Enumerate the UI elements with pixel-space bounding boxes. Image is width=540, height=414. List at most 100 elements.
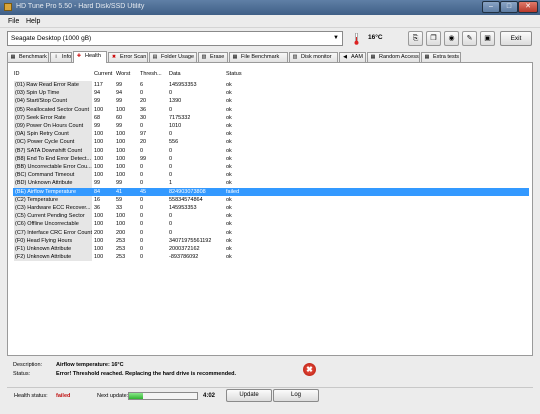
folder-icon: ▤ [152,54,158,60]
table-row[interactable]: (C3) Hardware ECC Recover... 36 33 0 1459533… [13,204,529,213]
cell-cur: 84 [94,188,101,195]
table-row[interactable]: (F2) Unknown Attribute 100 253 0 -893786092 o… [13,253,529,262]
table-row[interactable]: (B7) SATA Downshift Count 100 100 0 0 ok [13,146,529,155]
maximize-button[interactable]: □ [500,1,518,13]
cell-wor: 41 [116,188,123,195]
tab-disk-monitor[interactable]: ▥ Disk monitor [289,52,338,62]
tab-erase[interactable]: ▧ Erase [198,52,228,62]
cell-sta: ok [226,254,232,261]
column-header-worst[interactable]: Worst [116,71,130,77]
cell-sta: ok [226,82,232,88]
tab-benchmark[interactable]: ▦ Benchmark [7,52,49,62]
menu-help[interactable]: Help [26,17,40,26]
table-row[interactable]: (BE) Airflow Temperature 84 41 45 8249030738… [13,187,529,196]
table-row[interactable]: (BC) Command Timeout 100 100 0 0 ok [13,171,529,180]
cell-cur: 36 [94,205,101,211]
erase-icon: ▧ [201,54,207,60]
table-row[interactable]: (C2) Temperature 16 59 0 55834574864 ok [13,195,529,204]
cell-cur: 99 [94,123,101,129]
table-row[interactable]: (01) Raw Read Error Rate 117 99 6 145953353 o… [13,81,529,90]
table-row[interactable]: (F1) Unknown Attribute 100 253 0 2000372162 o… [13,245,529,254]
tab-error-scan[interactable]: ✖ Error Scan [108,52,148,62]
drive-select[interactable]: Seagate Desktop (1000 gB) ▼ [7,31,343,46]
tab-health[interactable]: ✚ Health [73,51,107,63]
table-row[interactable]: (03) Spin Up Time 94 94 0 0 ok [13,89,529,98]
column-header-status[interactable]: Status [226,71,242,77]
cell-thr: 0 [140,254,144,261]
tab-file-benchmark[interactable]: ▦ File Benchmark [229,52,288,62]
copy-all-button[interactable]: ❐ [426,31,441,46]
cell-wor: 33 [116,205,123,211]
cell-cur: 100 [94,172,104,179]
table-row[interactable]: (0C) Power Cycle Count 100 100 20 556 ok [13,138,529,147]
copy-button[interactable]: ⎘ [408,31,423,46]
cell-dat: 0 [169,164,173,170]
screenshot-button[interactable]: ◉ [444,31,459,46]
cell-id: (F0) Head Flying Hours [14,236,92,245]
table-row[interactable]: (0A) Spin Retry Count 100 100 97 0 ok [13,130,529,139]
save-button[interactable]: ▣ [480,31,495,46]
cell-dat: 0 [169,229,173,236]
close-button[interactable]: ✕ [518,1,538,13]
column-header-data[interactable]: Data [169,71,181,77]
cell-sta: ok [226,139,232,146]
cell-cur: 99 [94,98,101,105]
health-status-label: Health status: [14,393,48,399]
cell-id: (C3) Hardware ECC Recover... [14,204,92,213]
cell-cur: 100 [94,213,104,220]
cell-sta: ok [226,123,232,129]
table-row[interactable]: (C6) Offline Uncorrectable 100 100 0 0 ok [13,220,529,229]
cell-sta: ok [226,205,232,211]
table-row[interactable]: (09) Power On Hours Count 99 99 0 1010 ok [13,122,529,131]
table-row[interactable]: (04) Start/Stop Count 99 99 20 1390 ok [13,97,529,106]
tab-label: Health [85,53,101,59]
cell-wor: 100 [116,172,126,179]
tab-extra-tests[interactable]: ▦ Extra tests [421,52,461,62]
table-row[interactable]: (C7) Interface CRC Error Count 200 200 0 0 ok [13,228,529,237]
tab-label: File Benchmark [241,54,280,60]
cell-wor: 100 [116,164,126,170]
cell-sta: ok [226,213,232,220]
log-button[interactable]: Log [273,389,319,402]
cell-cur: 100 [94,155,104,162]
minimize-button[interactable]: – [482,1,500,13]
cell-dat: 1390 [169,98,182,105]
column-header-current[interactable]: Current [94,71,112,77]
tab-folder-usage[interactable]: ▤ Folder Usage [149,52,197,62]
cell-wor: 200 [116,229,126,236]
table-row[interactable]: (F0) Head Flying Hours 100 253 0 34071975561… [13,236,529,245]
cell-thr: 45 [140,188,147,195]
cell-id: (09) Power On Hours Count [14,122,92,131]
cell-dat: 0 [169,221,173,228]
options-button[interactable]: ✎ [462,31,477,46]
exit-button[interactable]: Exit [500,31,532,46]
column-header-threshold[interactable]: Thresh... [140,71,162,77]
table-row[interactable]: (07) Seek Error Rate 68 60 30 7175332 ok [13,113,529,122]
cell-id: (F1) Unknown Attribute [14,245,92,254]
table-row[interactable]: (B8) End To End Error Detect... 100 100 99 0… [13,154,529,163]
table-row[interactable]: (BB) Uncorrectable Error Cou... 100 100 0 0 o… [13,163,529,172]
cell-cur: 100 [94,164,104,170]
table-row[interactable]: (BD) Unknown Attribute 99 99 0 1 ok [13,179,529,188]
table-row[interactable]: (C5) Current Pending Sector 100 100 0 0 ok [13,212,529,221]
disk-monitor-icon: ▥ [292,54,298,60]
status-value: Error! Threshold reached. Replacing the … [56,371,237,377]
tab-random-access[interactable]: ▦ Random Access [367,52,420,62]
table-row[interactable]: (05) Reallocated Sector Count 100 100 36 0 ok [13,105,529,114]
tab-info[interactable]: i Info [50,52,72,62]
title-bar[interactable]: HD Tune Pro 5.50 - Hard Disk/SSD Utility… [0,0,540,15]
column-header-id[interactable]: ID [14,71,20,77]
cell-sta: ok [226,106,232,113]
cell-id: (0C) Power Cycle Count [14,138,92,147]
tab-aam[interactable]: ◀ AAM [339,52,366,62]
cell-thr: 97 [140,131,147,138]
cell-sta: ok [226,172,232,179]
cell-sta: ok [226,237,232,244]
cell-sta: ok [226,246,232,252]
update-button[interactable]: Update [226,389,272,402]
drive-select-value: Seagate Desktop (1000 gB) [11,35,92,42]
menu-file[interactable]: File [8,17,19,26]
cell-id: (01) Raw Read Error Rate [14,81,92,90]
cell-wor: 59 [116,196,123,203]
app-icon [4,3,12,11]
